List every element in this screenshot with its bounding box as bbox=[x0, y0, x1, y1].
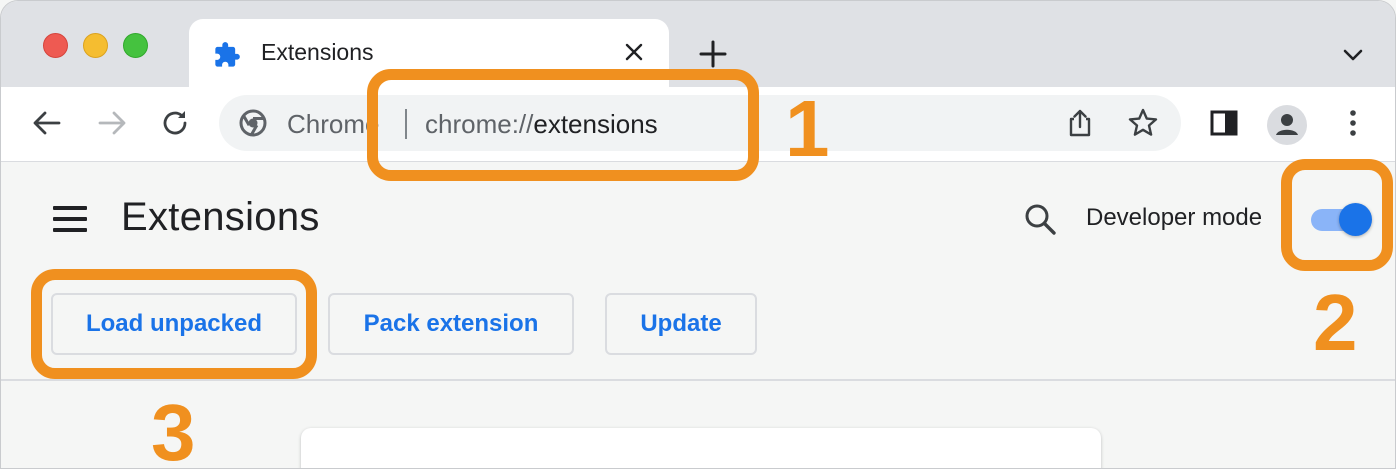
hamburger-menu-icon[interactable] bbox=[53, 206, 89, 234]
annotation-number-1: 1 bbox=[785, 84, 830, 173]
update-button[interactable]: Update bbox=[605, 293, 757, 355]
close-icon bbox=[625, 43, 643, 61]
forward-button[interactable] bbox=[96, 107, 128, 139]
minimize-window-button[interactable] bbox=[83, 33, 108, 58]
maximize-window-button[interactable] bbox=[123, 33, 148, 58]
page-title: Extensions bbox=[121, 195, 320, 239]
annotation-number-3: 3 bbox=[151, 388, 196, 469]
profile-button[interactable] bbox=[1267, 105, 1307, 145]
puzzle-piece-icon bbox=[215, 42, 240, 67]
side-panel-icon bbox=[1210, 110, 1238, 136]
new-tab-button[interactable] bbox=[698, 39, 728, 69]
toolbar-divider bbox=[1, 379, 1395, 381]
back-button[interactable] bbox=[31, 107, 63, 139]
reload-icon bbox=[163, 111, 187, 135]
close-tab-button[interactable] bbox=[619, 37, 649, 67]
side-panel-button[interactable] bbox=[1208, 107, 1240, 139]
omnibox-chip-label: Chrome bbox=[287, 109, 380, 139]
share-icon[interactable] bbox=[1065, 107, 1095, 139]
extension-card bbox=[301, 428, 1101, 468]
tab-title: Extensions bbox=[261, 39, 374, 65]
arrow-right-icon bbox=[98, 111, 126, 135]
browser-window: Extensions Chrome chrome://extensions Ex… bbox=[0, 0, 1396, 469]
reload-button[interactable] bbox=[159, 107, 191, 139]
close-window-button[interactable] bbox=[43, 33, 68, 58]
annotation-box-address-bar bbox=[367, 69, 759, 181]
star-icon[interactable] bbox=[1127, 107, 1159, 139]
arrow-left-icon bbox=[33, 111, 61, 135]
annotation-number-2: 2 bbox=[1313, 278, 1358, 367]
developer-mode-label: Developer mode bbox=[1086, 204, 1263, 231]
annotation-box-developer-toggle bbox=[1281, 159, 1393, 271]
search-icon[interactable] bbox=[1023, 202, 1057, 236]
browser-menu-button[interactable] bbox=[1337, 107, 1369, 139]
pack-extension-button[interactable]: Pack extension bbox=[328, 293, 574, 355]
avatar-icon bbox=[1267, 105, 1307, 145]
chrome-logo-icon bbox=[239, 109, 267, 137]
chevron-down-icon[interactable] bbox=[1341, 43, 1365, 67]
annotation-box-load-unpacked bbox=[31, 269, 317, 379]
more-vertical-icon bbox=[1350, 110, 1356, 136]
